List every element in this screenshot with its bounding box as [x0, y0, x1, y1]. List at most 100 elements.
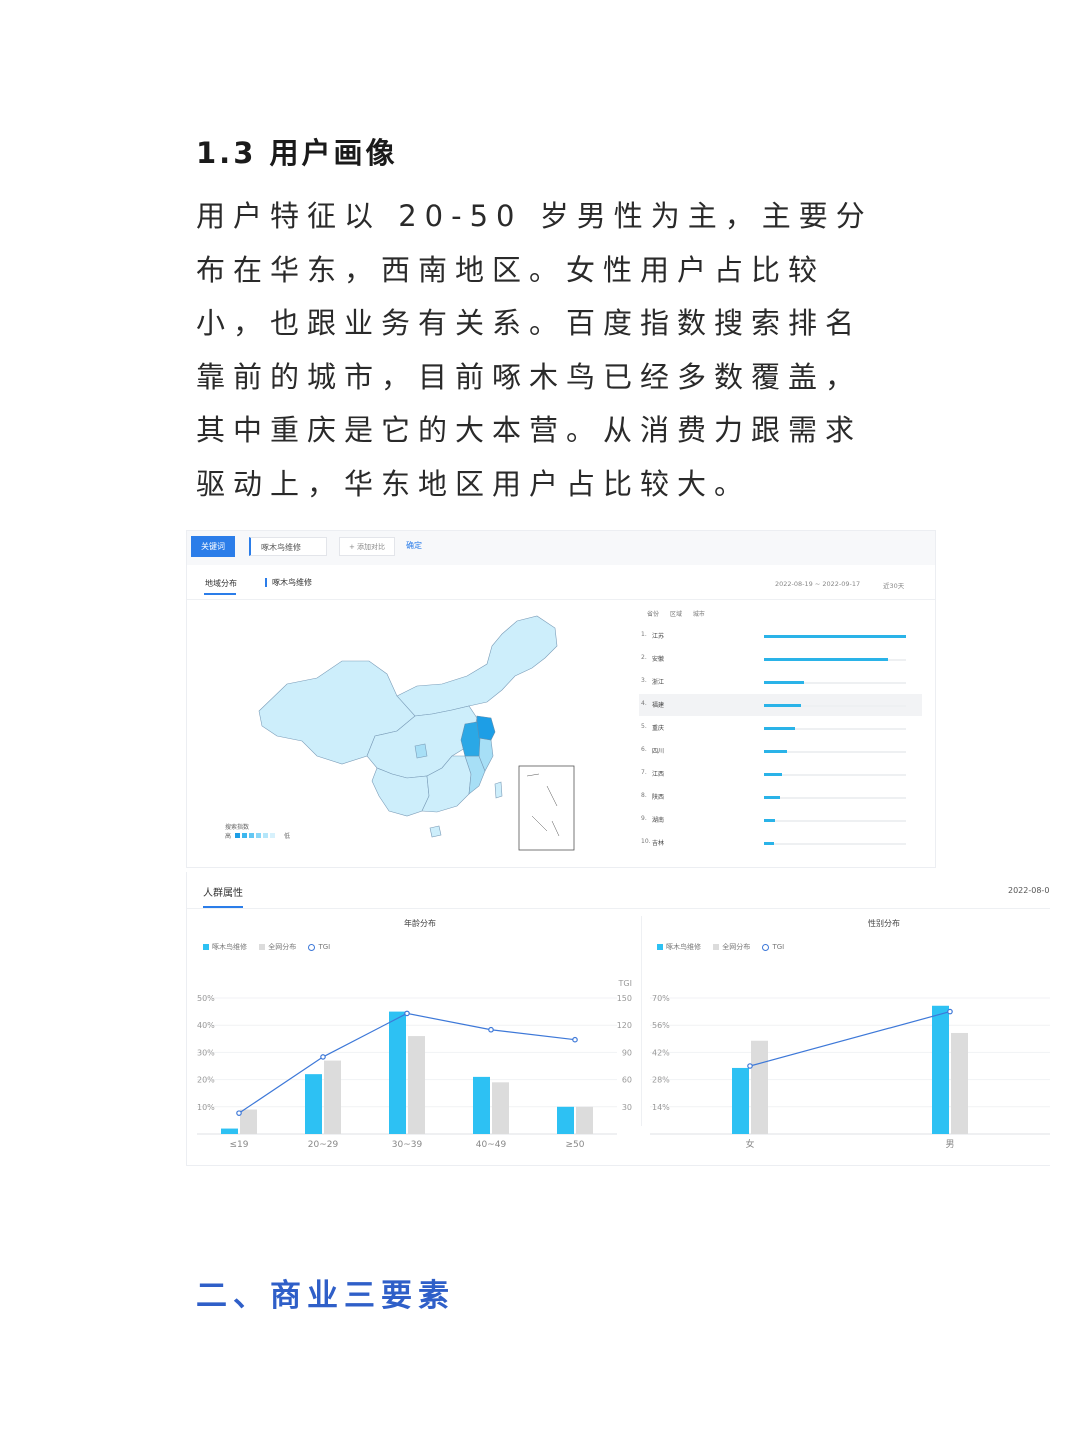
- x-tick-label: ≤19: [230, 1140, 249, 1150]
- ranking-name: 福建: [652, 702, 665, 709]
- ranking-bar: [764, 635, 906, 638]
- ranking-track: [764, 774, 906, 776]
- y2-tick-label: 90: [622, 1048, 632, 1057]
- legend-swatch: [270, 833, 275, 838]
- series-label: 啄木鸟维修: [265, 578, 312, 587]
- ranking-name: 四川: [652, 748, 665, 755]
- bar-series: [473, 1076, 490, 1134]
- keyword-input[interactable]: 啄木鸟维修: [249, 537, 327, 556]
- section-two-heading: 二、商业三要素: [196, 1278, 455, 1314]
- tab-province[interactable]: 省份: [647, 611, 659, 618]
- map-region-north: [396, 615, 558, 717]
- ranking-bar: [764, 658, 888, 661]
- period-select[interactable]: 近30天: [883, 580, 904, 590]
- y-tick-label: 10%: [197, 1103, 215, 1112]
- ranking-name: 浙江: [652, 679, 665, 686]
- tgi-point: [404, 1010, 410, 1017]
- bar-series: [305, 1074, 322, 1134]
- search-toolbar: 关键词 啄木鸟维修 + 添加对比 确定: [187, 531, 935, 565]
- bar-all: [408, 1036, 425, 1134]
- ranking-row[interactable]: 1. 江苏: [639, 625, 922, 647]
- x-tick-label: 40~49: [476, 1140, 507, 1150]
- ranking-bar: [764, 842, 774, 845]
- y-tick-label: 28%: [652, 1076, 670, 1085]
- ranking-row[interactable]: 8. 陕西: [639, 786, 922, 808]
- y-tick-label: 50%: [197, 994, 215, 1003]
- legend-swatch: [263, 833, 268, 838]
- tgi-point: [947, 1008, 953, 1015]
- ranking-bar: [764, 750, 787, 753]
- tab-area[interactable]: 区域: [670, 611, 682, 618]
- y-tick-label: 20%: [197, 1076, 215, 1085]
- ranking-row[interactable]: 6. 四川: [639, 740, 922, 762]
- confirm-button[interactable]: 确定: [406, 540, 422, 551]
- ranking-track: [764, 843, 906, 845]
- tgi-point: [320, 1054, 326, 1060]
- y-tick-label: 70%: [652, 994, 670, 1003]
- ranking-number: 9.: [641, 815, 647, 822]
- ranking-row[interactable]: 4. 福建: [639, 694, 922, 716]
- map-region-taiwan: [494, 781, 503, 799]
- date-range-picker[interactable]: 2022-08-19 ~ 2022-09-17: [775, 580, 860, 588]
- y-tick-label: 14%: [652, 1103, 670, 1112]
- legend-swatch: [242, 833, 247, 838]
- legend-swatch: [235, 833, 240, 838]
- ranking-number: 10.: [641, 838, 651, 845]
- ranking-row[interactable]: 3. 浙江: [639, 671, 922, 693]
- y2-axis-label: TGI: [618, 979, 632, 988]
- bar-all: [240, 1109, 257, 1134]
- ranking-number: 2.: [641, 654, 647, 661]
- crowd-attributes-panel: 人群属性 2022-08-0 年龄分布 性别分布 啄木鸟维修 全网分布 TGI …: [186, 872, 1050, 1166]
- tab-active-underline: [204, 593, 236, 595]
- x-tick-label: 女: [745, 1138, 754, 1150]
- ranking-number: 8.: [641, 792, 647, 799]
- tgi-line: [749, 1011, 951, 1067]
- ranking-number: 3.: [641, 677, 647, 684]
- tab-city[interactable]: 城市: [693, 611, 705, 618]
- y2-tick-label: 120: [617, 1021, 632, 1030]
- bar-all: [324, 1060, 341, 1134]
- bar-all: [492, 1082, 509, 1134]
- south-sea-inset: [518, 765, 575, 851]
- ranking-name: 陕西: [652, 794, 665, 801]
- map-region-chongqing: [414, 743, 428, 759]
- x-tick-label: ≥50: [566, 1140, 585, 1150]
- ranking-bar: [764, 796, 780, 799]
- ranking-row[interactable]: 9. 湖南: [639, 809, 922, 831]
- tgi-line: [238, 1012, 576, 1114]
- ranking-bar: [764, 704, 801, 707]
- map-region-hainan: [429, 825, 442, 838]
- keyword-button[interactable]: 关键词: [191, 536, 235, 557]
- tgi-point: [488, 1026, 494, 1033]
- legend-low-label: 低: [284, 833, 291, 840]
- bar-series: [221, 1128, 238, 1134]
- y-tick-label: 42%: [652, 1048, 670, 1057]
- search-index-panel: 关键词 啄木鸟维修 + 添加对比 确定 地域分布 啄木鸟维修 2022-08-1…: [186, 530, 936, 868]
- tab-region-distribution[interactable]: 地域分布: [205, 578, 237, 589]
- tgi-point: [236, 1110, 242, 1116]
- ranking-track: [764, 797, 906, 799]
- map-region-jiangsu: [476, 715, 496, 741]
- ranking-name: 湖南: [652, 817, 665, 824]
- legend-swatch: [256, 833, 261, 838]
- bar-all: [751, 1040, 768, 1134]
- ranking-number: 6.: [641, 746, 647, 753]
- ranking-row[interactable]: 5. 重庆: [639, 717, 922, 739]
- add-compare-button[interactable]: + 添加对比: [339, 537, 395, 556]
- body-paragraph: 用户特征以 20-50 岁男性为主，主要分布在华东，西南地区。女性用户占比较小，…: [196, 199, 873, 501]
- y-tick-label: 40%: [197, 1021, 215, 1030]
- legend-high-label: 高: [225, 833, 232, 840]
- ranking-name: 安徽: [652, 656, 665, 663]
- ranking-row[interactable]: 10. 吉林: [639, 832, 922, 854]
- ranking-bar: [764, 773, 783, 776]
- ranking-name: 重庆: [652, 725, 665, 732]
- ranking-bar: [764, 681, 804, 684]
- ranking-name: 江苏: [652, 633, 665, 640]
- legend-title: 搜索指数: [225, 824, 250, 831]
- ranking-row[interactable]: 7. 江西: [639, 763, 922, 785]
- tgi-point: [747, 1063, 753, 1069]
- ranking-track: [764, 820, 906, 822]
- ranking-row[interactable]: 2. 安徽: [639, 648, 922, 670]
- ranking-number: 1.: [641, 631, 647, 638]
- ranking-bar: [764, 819, 776, 822]
